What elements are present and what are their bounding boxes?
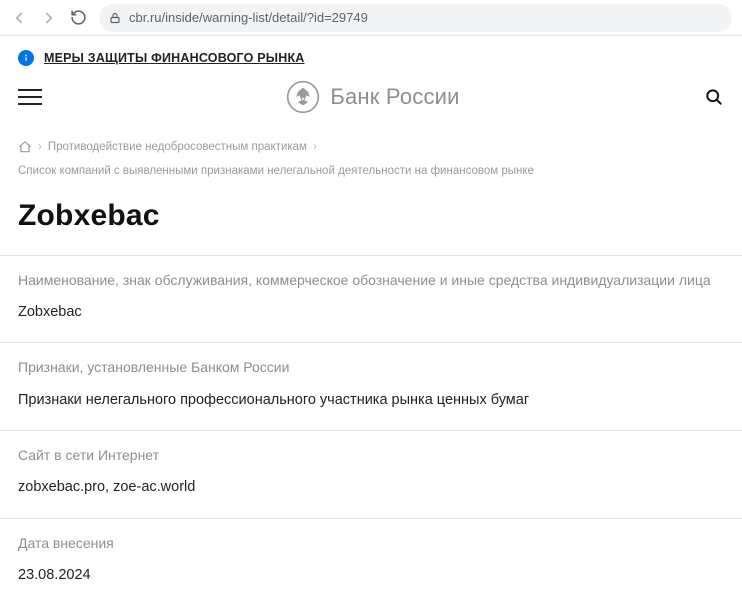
menu-button[interactable] (18, 85, 42, 109)
section-signs: Признаки, установленные Банком России Пр… (0, 342, 742, 430)
value-date: 23.08.2024 (18, 565, 724, 585)
label-name: Наименование, знак обслуживания, коммерч… (18, 270, 724, 290)
url-text: cbr.ru/inside/warning-list/detail/?id=29… (129, 10, 368, 25)
breadcrumb: › Противодействие недобросовестным практ… (0, 130, 742, 195)
value-site: zobxebac.pro, zoe-ac.world (18, 477, 724, 497)
section-name: Наименование, знак обслуживания, коммерч… (0, 255, 742, 343)
site-header: Банк России (0, 80, 742, 130)
label-signs: Признаки, установленные Банком России (18, 357, 724, 377)
reload-button[interactable] (70, 9, 87, 26)
notice-link[interactable]: МЕРЫ ЗАЩИТЫ ФИНАНСОВОГО РЫНКА (44, 51, 305, 65)
breadcrumb-item-2[interactable]: Список компаний с выявленными признаками… (18, 162, 534, 180)
chevron-right-icon: › (313, 138, 317, 156)
lock-icon (109, 12, 121, 24)
eagle-icon (286, 80, 320, 114)
breadcrumb-item-1[interactable]: Противодействие недобросовестным практик… (48, 138, 307, 156)
info-icon (18, 50, 34, 66)
back-button[interactable] (10, 9, 28, 27)
home-icon[interactable] (18, 140, 32, 154)
section-date: Дата внесения 23.08.2024 (0, 518, 742, 605)
brand-name: Банк России (330, 84, 459, 110)
value-signs: Признаки нелегального профессионального … (18, 390, 724, 410)
search-icon (704, 87, 724, 107)
value-name: Zobxebac (18, 302, 724, 322)
page-title: Zobxebac (0, 195, 742, 255)
label-date: Дата внесения (18, 533, 724, 553)
notice-banner: МЕРЫ ЗАЩИТЫ ФИНАНСОВОГО РЫНКА (0, 36, 742, 80)
search-button[interactable] (704, 87, 724, 107)
forward-button[interactable] (40, 9, 58, 27)
section-site: Сайт в сети Интернет zobxebac.pro, zoe-a… (0, 430, 742, 518)
label-site: Сайт в сети Интернет (18, 445, 724, 465)
address-bar[interactable]: cbr.ru/inside/warning-list/detail/?id=29… (99, 4, 732, 32)
brand-logo[interactable]: Банк России (286, 80, 459, 114)
chevron-right-icon: › (38, 138, 42, 156)
browser-toolbar: cbr.ru/inside/warning-list/detail/?id=29… (0, 0, 742, 36)
